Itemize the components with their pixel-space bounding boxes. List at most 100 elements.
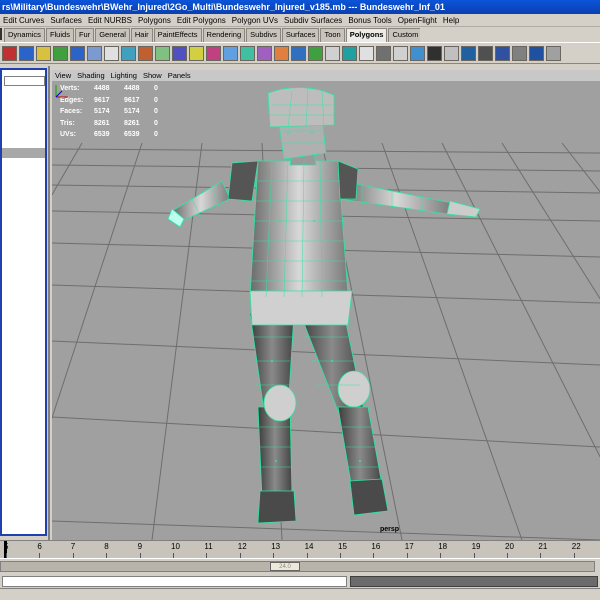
timeline-frame-label: 21 [538, 542, 548, 551]
command-input[interactable] [2, 576, 347, 587]
smooth-icon[interactable] [155, 45, 170, 61]
menu-surfaces[interactable]: Surfaces [47, 14, 85, 26]
boolean-icon[interactable] [172, 45, 187, 61]
outliner-selected-item[interactable] [2, 148, 45, 158]
tab-polygons[interactable]: Polygons [345, 28, 388, 42]
viewport-menu-show[interactable]: Show [140, 70, 165, 81]
mirror-icon[interactable] [189, 45, 204, 61]
extrude-face-icon[interactable] [240, 45, 255, 61]
spherical-map-icon[interactable] [376, 45, 391, 61]
time-slider[interactable]: 5 6 7 8 9 10 11 12 13 14 15 16 17 18 19 20 21 22 [0, 540, 600, 559]
timeline-frame-label: 13 [271, 542, 281, 551]
planar-map-icon[interactable] [342, 45, 357, 61]
timeline-frame-label: 15 [338, 542, 347, 551]
poly-cone-icon[interactable] [53, 45, 68, 61]
separate-icon[interactable] [121, 45, 136, 61]
shelf-menu-icon[interactable] [0, 28, 2, 40]
tab-toon[interactable]: Toon [320, 28, 345, 42]
tab-rendering[interactable]: Rendering [202, 28, 246, 42]
timeline-frame-label: 9 [137, 542, 143, 551]
flip-icon[interactable] [461, 45, 476, 61]
outliner-panel [0, 66, 50, 540]
sew-uv-icon[interactable] [427, 45, 442, 61]
triangulate-icon[interactable] [512, 45, 527, 61]
hud-label: UVs: [60, 131, 76, 138]
hud-row-tris: Tris: 8261 8261 0 [60, 118, 184, 130]
menu-polygons[interactable]: Polygons [135, 14, 174, 26]
cylindrical-map-icon[interactable] [359, 45, 374, 61]
poly-sphere-icon[interactable] [2, 45, 17, 61]
timeline-frame-label: 16 [371, 542, 381, 551]
hud-value: 9617 [94, 96, 110, 104]
split-icon[interactable] [223, 45, 238, 61]
tab-custom[interactable]: Custom [388, 28, 420, 42]
hud-value: 8261 [124, 119, 140, 127]
tab-fluids[interactable]: Fluids [45, 28, 74, 42]
menu-help[interactable]: Help [440, 14, 462, 26]
checker-uv-icon[interactable] [325, 45, 340, 61]
poly-plane-icon[interactable] [70, 45, 85, 61]
outliner-list[interactable] [0, 68, 47, 536]
collapse-icon[interactable] [308, 45, 323, 61]
hud-value: 0 [154, 131, 158, 138]
viewport-menu-view[interactable]: View [52, 70, 74, 81]
hud-value: 4488 [124, 85, 140, 92]
soldier-model[interactable] [167, 87, 481, 498]
command-line [0, 575, 600, 588]
hud-value: 5174 [124, 108, 140, 115]
poly-cylinder-icon[interactable] [36, 45, 51, 61]
tab-painteffects[interactable]: PaintEffects [153, 28, 202, 42]
viewport-menu-panels[interactable]: Panels [165, 70, 194, 81]
tab-subdivs[interactable]: Subdivs [246, 28, 281, 42]
hard-edge-icon[interactable] [495, 45, 510, 61]
hud-value: 9617 [124, 96, 140, 104]
uv-editor-icon[interactable] [410, 45, 425, 61]
hud-label: Faces: [60, 108, 83, 115]
bevel-icon[interactable] [274, 45, 289, 61]
timeline-frame-label: 12 [237, 542, 247, 551]
auto-map-icon[interactable] [393, 45, 408, 61]
append-icon[interactable] [206, 45, 221, 61]
timeline-frame-label: 20 [505, 542, 514, 551]
menu-edit-curves[interactable]: Edit Curves [0, 14, 47, 26]
timeline-frame-label: 10 [171, 542, 180, 551]
cut-uv-icon[interactable] [444, 45, 459, 61]
tab-surfaces[interactable]: Surfaces [281, 28, 320, 42]
extrude-edge-icon[interactable] [257, 45, 272, 61]
tab-hair[interactable]: Hair [130, 28, 153, 42]
tab-general[interactable]: General [95, 28, 130, 42]
poly-cube-icon[interactable] [19, 45, 34, 61]
cleanup-icon[interactable] [546, 45, 561, 61]
hud-value: 4488 [94, 85, 110, 92]
quadrangulate-icon[interactable] [529, 45, 544, 61]
hud-row-uvs: UVs: 6539 6539 0 [60, 129, 184, 141]
shelf-toolbar [0, 42, 600, 64]
hud-row-edges: Edges: 9617 9617 0 [60, 95, 184, 107]
tab-dynamics[interactable]: Dynamics [4, 28, 45, 42]
combine-icon[interactable] [104, 45, 119, 61]
extract-icon[interactable] [138, 45, 153, 61]
hud-label: Tris: [60, 119, 75, 127]
menu-openflight[interactable]: OpenFlight [395, 14, 440, 26]
menu-bonus-tools[interactable]: Bonus Tools [345, 14, 394, 26]
viewport-menu-bar: View Shading Lighting Show Panels [52, 70, 600, 81]
menu-polygon-uvs[interactable]: Polygon UVs [229, 14, 281, 26]
hud-row-verts: Verts: 4488 4488 0 [60, 83, 184, 95]
hud-value: 6539 [94, 131, 110, 138]
merge-icon[interactable] [291, 45, 306, 61]
hud-value: 8261 [94, 119, 110, 127]
soft-edge-icon[interactable] [478, 45, 493, 61]
viewport-menu-shading[interactable]: Shading [74, 70, 108, 81]
outliner-filter-field[interactable] [4, 76, 45, 86]
timeline-frame-label: 11 [204, 542, 213, 551]
viewport-menu-lighting[interactable]: Lighting [108, 70, 140, 81]
menu-subdiv-surfaces[interactable]: Subdiv Surfaces [281, 14, 345, 26]
poly-torus-icon[interactable] [87, 45, 102, 61]
menu-edit-polygons[interactable]: Edit Polygons [174, 14, 229, 26]
perspective-viewport[interactable]: Verts: 4488 4488 0 Edges: 9617 9617 0 Fa… [52, 81, 600, 540]
tab-fur[interactable]: Fur [74, 28, 95, 42]
range-slider-thumb[interactable]: 24.0 [270, 562, 300, 571]
timeline-frame-label: 19 [471, 542, 481, 551]
menu-edit-nurbs[interactable]: Edit NURBS [85, 14, 135, 26]
hud-value: 6539 [124, 131, 140, 138]
